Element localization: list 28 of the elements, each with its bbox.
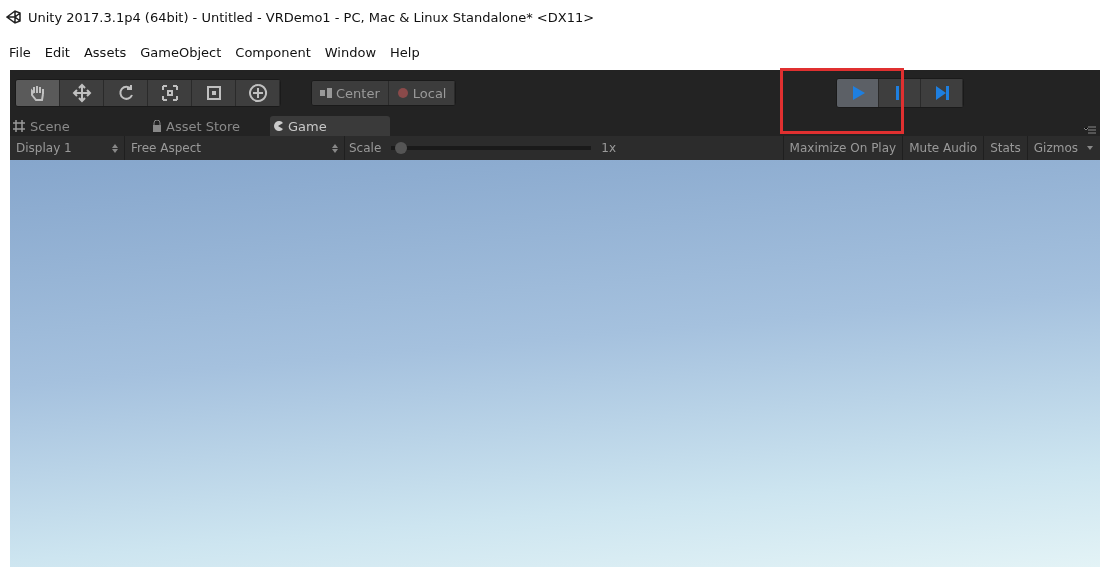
panel-tab[interactable]: Scene <box>10 116 150 136</box>
menu-item[interactable]: Edit <box>37 44 77 60</box>
scale-reading: 1x <box>600 141 618 155</box>
stepper-icon <box>112 143 118 153</box>
scale-label: Scale <box>348 141 383 155</box>
pacman-icon <box>272 120 284 132</box>
pivot-icon <box>320 88 332 98</box>
move-tool-icon <box>71 83 92 103</box>
tool-button[interactable] <box>16 80 60 106</box>
pivot-button[interactable]: Center <box>312 81 389 105</box>
menu-item[interactable]: GameObject <box>133 44 229 60</box>
menu-item[interactable]: Help <box>383 44 427 60</box>
transform-tool-icon <box>247 83 268 103</box>
unity-logo-icon <box>6 9 22 25</box>
menu-item[interactable]: Component <box>228 44 318 60</box>
panel-tab[interactable]: Game <box>270 116 390 136</box>
menu-icon <box>1084 126 1096 134</box>
menu-item[interactable]: Assets <box>76 44 134 60</box>
window-title: Unity 2017.3.1p4 (64bit) - Untitled - VRDemo1 - PC, Mac & Linux Standalone* <DX11> <box>28 9 595 25</box>
slider-thumb[interactable] <box>395 142 408 154</box>
grid-icon <box>12 119 26 133</box>
panel-tab[interactable]: Asset Store <box>150 116 270 136</box>
scale-tool-icon <box>159 83 180 103</box>
play-button[interactable] <box>837 79 880 107</box>
stepper-icon <box>332 143 338 153</box>
menu-item[interactable]: Window <box>317 44 384 60</box>
lock-icon <box>152 120 162 132</box>
menu-item[interactable]: File <box>2 44 38 60</box>
